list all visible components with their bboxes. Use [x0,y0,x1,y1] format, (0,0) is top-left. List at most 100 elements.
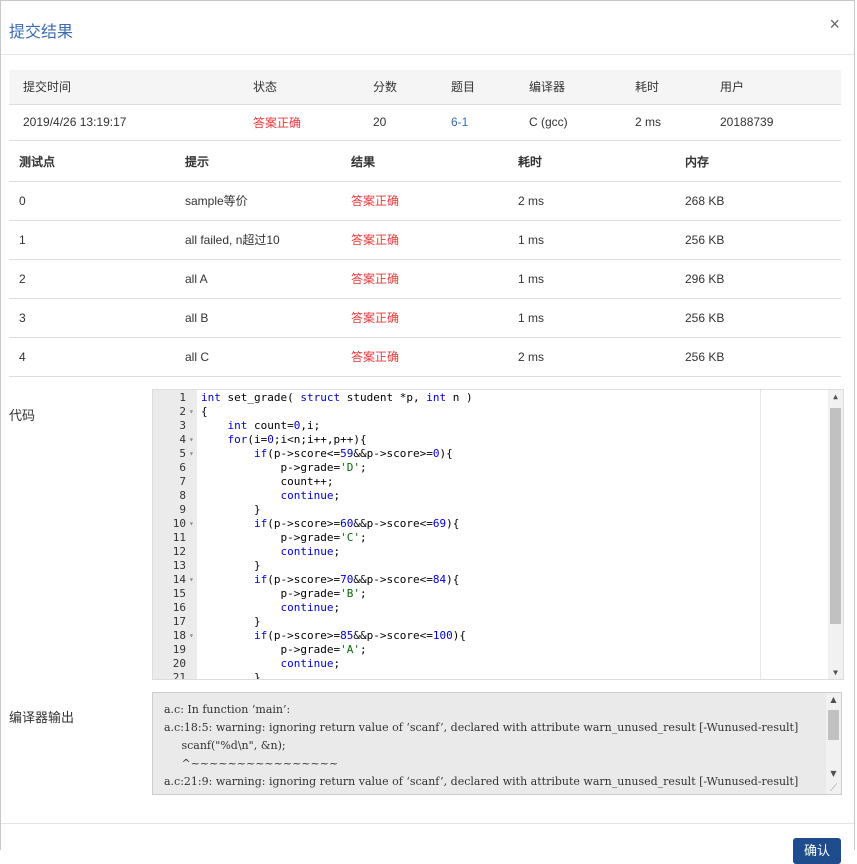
code-line: continue; [280,489,341,502]
scroll-down-icon[interactable]: ▼ [826,769,841,778]
code-scroll-thumb[interactable] [830,408,841,624]
line-number: 19 [172,643,186,656]
scroll-down-icon[interactable]: ▼ [828,668,843,677]
testcase-memory: 296 KB [685,271,725,286]
line-number: 5 [179,447,186,460]
testcase-memory: 256 KB [685,232,725,247]
code-line: } [201,503,261,516]
close-icon[interactable]: × [829,14,840,35]
testcase-result: 答案正确 [351,233,400,247]
code-line: count++; [201,475,334,488]
code-line: p->grade='D'; [201,461,367,474]
code-line: if(p->score>=85&&p->score<=100){ [253,629,466,642]
col-score: 分数 [373,80,398,95]
submission-header-row: 提交时间 状态 分数 题目 编译器 耗时 用户 [9,70,841,104]
testcase-row: 1 all failed, n超过10 答案正确 1 ms 256 KB [9,220,841,259]
confirm-button[interactable]: 确认 [793,838,841,864]
submission-status: 答案正确 [253,115,302,130]
testcase-table: 测试点 提示 结果 耗时 内存 0 sample等价 答案正确 2 ms 268… [9,142,841,377]
fold-toggle-icon[interactable]: ▾ [189,447,194,461]
testcase-time: 1 ms [518,271,545,286]
code-line: continue; [280,601,341,614]
code-label: 代码 [9,408,36,423]
testcase-row: 0 sample等价 答案正确 2 ms 268 KB [9,181,841,220]
code-line: { [201,405,208,418]
fold-toggle-icon[interactable]: ▾ [189,433,194,447]
code-line: int set_grade( struct student *p, int n … [201,391,473,404]
scroll-up-icon[interactable]: ▲ [828,392,843,401]
submit-time: 2019/4/26 13:19:17 [23,115,127,129]
testcase-result: 答案正确 [351,350,400,364]
line-number: 1 [179,391,186,404]
code-editor[interactable]: 1 2 ▾ 3 4 ▾ 5 ▾ 6 7 8 9 10 ▾ 11 12 13 14 ▾ 15 16 17 18 ▾ 19 20 21 … [152,389,844,680]
col-elapsed: 耗时 [635,80,660,95]
submission-row: 2019/4/26 13:19:17 答案正确 20 6-1 C (gcc) 2… [9,104,841,140]
line-number: 12 [172,545,186,558]
testcase-result: 答案正确 [351,311,400,325]
code-line: if(p->score>=70&&p->score<=84){ [253,573,460,586]
code-content[interactable]: int set_grade( struct student *p, int n … [197,390,828,679]
fold-toggle-icon[interactable]: ▾ [189,405,194,419]
submission-elapsed: 2 ms [635,115,662,129]
testcase-memory: 256 KB [685,349,725,364]
line-number: 10 [172,517,186,530]
compiler-output-box[interactable]: a.c: In function ‘main’: a.c:18:5: warni… [152,692,842,795]
compiler-output-label: 编译器输出 [9,710,75,725]
testcase-memory: 256 KB [685,310,725,325]
output-scrollbar[interactable]: ▲ ▼ ⟋ [826,693,841,794]
code-line: p->grade='B'; [201,587,367,600]
line-number: 4 [179,433,186,446]
line-number: 17 [172,615,186,628]
testcase-hint: all A [185,271,208,286]
testcase-id: 4 [19,349,26,364]
testcase-result: 答案正确 [351,272,400,286]
code-line: int count=0,i; [227,419,321,432]
testcase-result: 答案正确 [351,194,400,208]
line-number: 3 [179,419,186,432]
submission-score: 20 [373,115,387,129]
line-number: 13 [172,559,186,572]
testcase-time: 1 ms [518,310,545,325]
output-scroll-thumb[interactable] [828,710,839,740]
line-number: 9 [179,503,186,516]
testcase-id: 0 [19,193,26,208]
code-line: } [201,615,261,628]
code-line: } [201,559,261,572]
testcase-header-row: 测试点 提示 结果 耗时 内存 [9,142,841,181]
testcase-id: 3 [19,310,26,325]
code-scrollbar[interactable]: ▲ ▼ [828,390,843,679]
code-line: p->grade='A'; [201,643,367,656]
line-number: 6 [179,461,186,474]
code-line: continue; [280,545,341,558]
line-number: 11 [172,531,186,544]
code-line: for(i=0;i<n;i++,p++){ [227,433,367,446]
testcase-time: 2 ms [518,349,545,364]
line-number: 15 [172,587,186,600]
fold-toggle-icon[interactable]: ▾ [189,629,194,643]
dialog-header: 提交结果 × [1,1,854,55]
line-number: 16 [172,601,186,614]
line-number: 2 [179,405,186,418]
col-testcase: 测试点 [19,154,56,169]
col-user: 用户 [720,80,745,95]
col-compiler: 编译器 [529,80,566,95]
submission-result-dialog: 提交结果 × 提交时间 状态 分数 题目 编译器 耗时 用户 2019/4/26… [0,0,855,864]
submission-table: 提交时间 状态 分数 题目 编译器 耗时 用户 2019/4/26 13:19:… [9,70,841,141]
testcase-hint: sample等价 [185,194,248,208]
line-number: 18 [172,629,186,642]
code-line: continue; [280,657,341,670]
col-memory: 内存 [685,154,710,169]
code-line: if(p->score<=59&&p->score>=0){ [253,447,453,460]
resize-handle-icon[interactable]: ⟋ [826,783,841,794]
testcase-memory: 268 KB [685,193,725,208]
testcase-hint: all C [185,349,210,364]
col-hint: 提示 [185,154,210,169]
fold-toggle-icon[interactable]: ▾ [189,573,194,587]
line-number: 20 [172,657,186,670]
fold-toggle-icon[interactable]: ▾ [189,517,194,531]
testcase-time: 2 ms [518,193,545,208]
submission-user: 20188739 [720,115,774,129]
problem-link[interactable]: 6-1 [451,104,529,140]
dialog-title: 提交结果 [9,24,74,41]
scroll-up-icon[interactable]: ▲ [826,695,841,704]
